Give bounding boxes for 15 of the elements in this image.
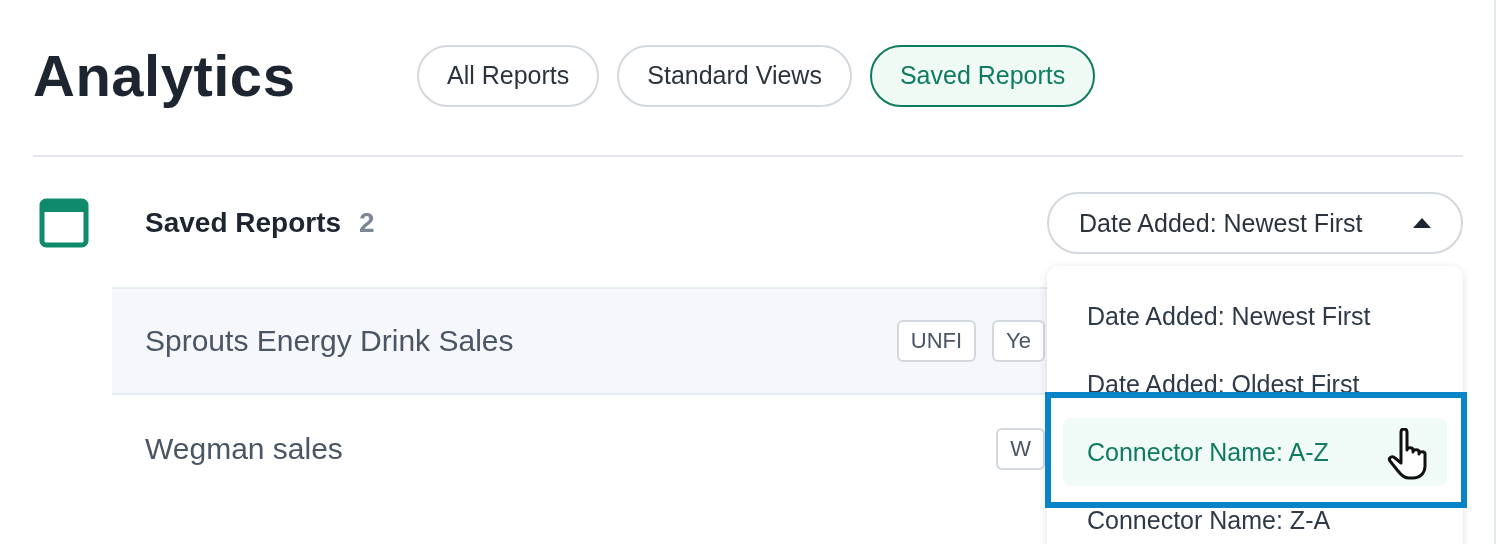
- window-icon: [39, 198, 89, 248]
- tab[interactable]: Saved Reports: [869, 44, 1096, 107]
- caret-icon: [1413, 217, 1431, 229]
- tab[interactable]: Standard Views: [617, 44, 852, 107]
- tag: W: [996, 428, 1045, 470]
- sort-dropdown[interactable]: Date Added: Newest First: [1047, 192, 1463, 254]
- menu-item[interactable]: Connector Name: A-Z: [1063, 418, 1447, 486]
- tab[interactable]: All Reports: [417, 44, 600, 107]
- page-title: Analytics: [33, 42, 297, 109]
- tag: Ye: [992, 320, 1045, 362]
- report-name: Sprouts Energy Drink Sales: [145, 324, 515, 358]
- report-name: Wegman sales: [145, 432, 344, 466]
- tag: UNFI: [896, 320, 977, 362]
- section-title: Saved Reports: [145, 207, 342, 239]
- report-count: 2: [359, 207, 376, 239]
